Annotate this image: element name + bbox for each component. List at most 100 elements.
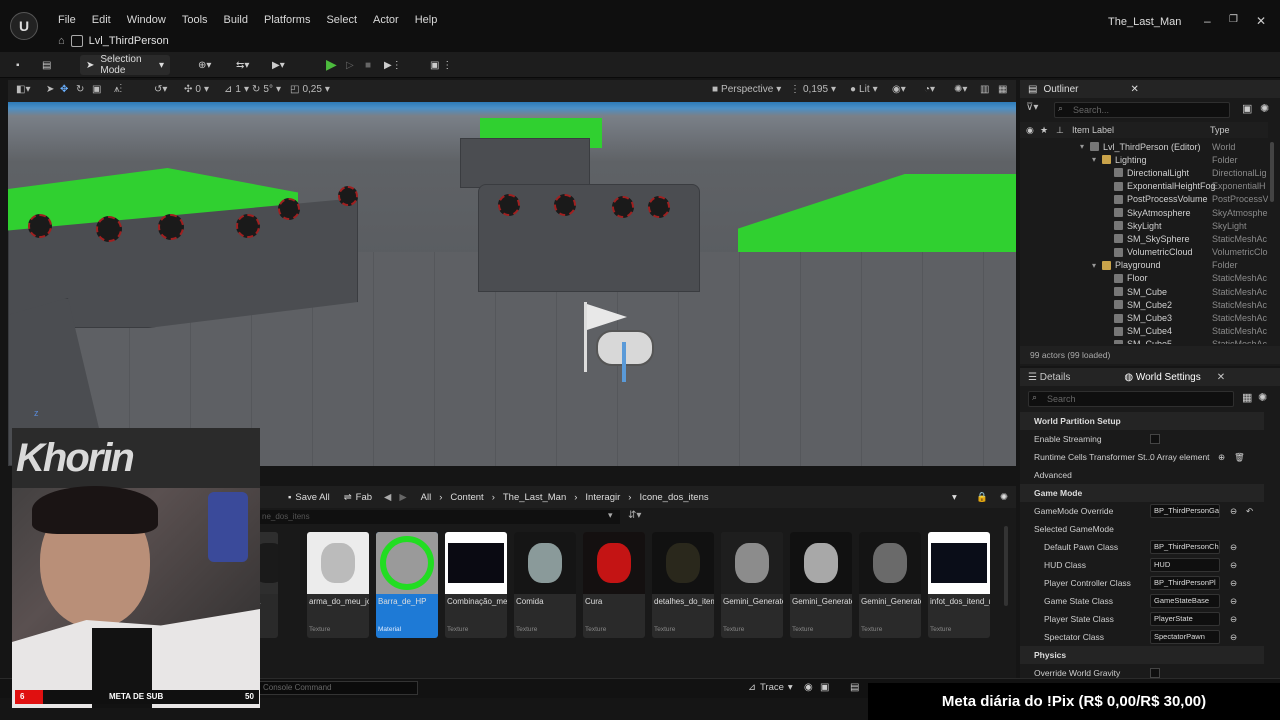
col-type[interactable]: Type: [1210, 125, 1230, 135]
level-viewport[interactable]: z: [8, 102, 1016, 466]
outliner-row[interactable]: PostProcessVolume PostProcessV: [1020, 193, 1268, 206]
move-tool-icon[interactable]: ✥: [60, 84, 68, 95]
add-folder-icon[interactable]: ▣: [1242, 102, 1252, 115]
angle-snap-control[interactable]: ↻ 5° ▾: [252, 84, 281, 95]
asset-tile[interactable]: Gemini_Generated_Image_... Texture: [790, 532, 852, 638]
light-gizmo[interactable]: [28, 214, 52, 238]
hud-class-dropdown[interactable]: HUD: [1150, 558, 1220, 572]
details-search-input[interactable]: Search: [1028, 391, 1234, 407]
outliner-row[interactable]: SM_Cube4 StaticMeshAc: [1020, 325, 1268, 338]
asset-tile[interactable]: Combinação_meu_jogo Texture: [445, 532, 507, 638]
select-tool-icon[interactable]: ➤: [46, 84, 54, 95]
show-flags-icon[interactable]: ◉▾: [892, 84, 906, 95]
viewport-menu-icon[interactable]: ◧▾: [16, 84, 30, 95]
section-game-mode[interactable]: Game Mode: [1020, 484, 1264, 502]
outliner-close-icon[interactable]: ✕: [1130, 84, 1138, 95]
pin-icon[interactable]: ⊥: [1056, 125, 1064, 136]
menu-edit[interactable]: Edit: [84, 14, 119, 26]
row-advanced[interactable]: Advanced: [1020, 466, 1264, 484]
blueprint-icon[interactable]: ⇆▾: [236, 56, 249, 74]
add-element-icon[interactable]: ⊕: [1218, 452, 1225, 463]
browse-icon[interactable]: ⊖: [1230, 506, 1237, 517]
outliner-row[interactable]: SkyAtmosphere SkyAtmosphe: [1020, 206, 1268, 219]
pawn-class-dropdown[interactable]: BP_ThirdPersonCh: [1150, 540, 1220, 554]
outliner-row[interactable]: SM_Cube3 StaticMeshAc: [1020, 311, 1268, 324]
gm-override-dropdown[interactable]: BP_ThirdPersonGa: [1150, 504, 1220, 518]
world-local-icon[interactable]: ↺▾: [154, 84, 167, 95]
ps-class-dropdown[interactable]: PlayerState: [1150, 612, 1220, 626]
step-icon[interactable]: ▷: [346, 56, 354, 74]
outliner-row[interactable]: SM_SkySphere StaticMeshAc: [1020, 232, 1268, 245]
light-gizmo[interactable]: [648, 196, 670, 218]
browse-icon[interactable]: ⊖: [1230, 560, 1237, 571]
browse-icon[interactable]: ▤: [42, 56, 51, 74]
stop-icon[interactable]: ■: [365, 56, 371, 74]
outliner-row[interactable]: Floor StaticMeshAc: [1020, 272, 1268, 285]
asset-tile[interactable]: Barra_de_HP Material: [376, 532, 438, 638]
scale-tool-icon[interactable]: ▣: [92, 84, 101, 95]
record-icon[interactable]: ◉: [804, 682, 813, 693]
menu-actor[interactable]: Actor: [365, 14, 407, 26]
performance-icon[interactable]: ◔▾: [924, 84, 935, 95]
menu-window[interactable]: Window: [119, 14, 174, 26]
console-command-input[interactable]: Console Command: [258, 681, 418, 695]
menu-help[interactable]: Help: [407, 14, 446, 26]
world-settings-close-icon[interactable]: ✕: [1217, 372, 1225, 383]
minimize-icon[interactable]: –: [1204, 14, 1211, 28]
derived-data-icon[interactable]: ▤: [850, 682, 859, 693]
reset-icon[interactable]: ↶: [1246, 506, 1253, 517]
maximize-icon[interactable]: ❐: [1229, 14, 1238, 25]
section-world-partition[interactable]: World Partition Setup: [1020, 412, 1264, 430]
light-gizmo[interactable]: [498, 194, 520, 216]
browse-icon[interactable]: ⊖: [1230, 542, 1237, 553]
cinematics-icon[interactable]: ▶▾: [272, 56, 285, 74]
star-icon[interactable]: ★: [1040, 125, 1048, 136]
section-physics[interactable]: Physics: [1020, 646, 1264, 664]
browse-icon[interactable]: ⊖: [1230, 614, 1237, 625]
menu-select[interactable]: Select: [318, 14, 365, 26]
light-gizmo[interactable]: [158, 214, 184, 240]
rotate-snap-control[interactable]: ⊿ 1 ▾: [224, 84, 249, 95]
outliner-settings-icon[interactable]: ✺: [1260, 102, 1269, 115]
expand-arrow-icon[interactable]: ▾: [1092, 261, 1102, 270]
outliner-row[interactable]: SkyLight SkyLight: [1020, 219, 1268, 232]
trace-button[interactable]: ⊿ Trace ▾: [748, 682, 793, 693]
layout-icon[interactable]: ▦: [998, 84, 1007, 95]
outliner-row[interactable]: SM_Cube2 StaticMeshAc: [1020, 298, 1268, 311]
tab-details[interactable]: ☰ Details: [1028, 372, 1070, 383]
settings-icon[interactable]: ✺▾: [954, 84, 967, 95]
expand-arrow-icon[interactable]: ▾: [1080, 142, 1090, 151]
row-selected-gamemode[interactable]: Selected GameMode: [1020, 520, 1264, 538]
save-icon[interactable]: ▪: [16, 56, 20, 74]
tab-world-settings[interactable]: ◍ World Settings: [1124, 372, 1200, 383]
filter-icon[interactable]: ⊽▾: [1026, 102, 1038, 113]
fov-control[interactable]: ⋮ 0,195 ▾: [790, 84, 836, 95]
menu-file[interactable]: File: [50, 14, 84, 26]
col-item-label[interactable]: Item Label: [1072, 125, 1114, 135]
outliner-row[interactable]: DirectionalLight DirectionalLig: [1020, 166, 1268, 179]
light-gizmo[interactable]: [338, 186, 358, 206]
outliner-scrollbar[interactable]: [1270, 142, 1274, 202]
menu-platforms[interactable]: Platforms: [256, 14, 318, 26]
details-settings-icon[interactable]: ✺: [1258, 391, 1267, 404]
gs-class-dropdown[interactable]: GameStateBase: [1150, 594, 1220, 608]
unreal-logo-icon[interactable]: U: [10, 12, 38, 40]
outliner-row[interactable]: VolumetricCloud VolumetricClo: [1020, 246, 1268, 259]
asset-tile[interactable]: Comida Texture: [514, 532, 576, 638]
asset-tile[interactable]: Cura Texture: [583, 532, 645, 638]
content-scrollbar[interactable]: [1004, 526, 1008, 606]
menu-build[interactable]: Build: [216, 14, 256, 26]
outliner-search-input[interactable]: Search...: [1054, 102, 1230, 118]
surface-snap-icon[interactable]: ⩚⋮: [114, 84, 122, 95]
outliner-row[interactable]: SM_Cube StaticMeshAc: [1020, 285, 1268, 298]
add-actor-icon[interactable]: ⊕▾: [198, 56, 211, 74]
selection-mode-dropdown[interactable]: ➤ Selection Mode ▾: [80, 54, 170, 76]
table-view-icon[interactable]: ▦: [1242, 391, 1252, 404]
content-settings-icon[interactable]: ✺: [1000, 492, 1008, 503]
play-icon[interactable]: ▶: [326, 55, 337, 73]
enable-streaming-checkbox[interactable]: [1150, 434, 1160, 444]
delete-icon[interactable]: 🗑: [1234, 452, 1245, 463]
expand-arrow-icon[interactable]: ▾: [1092, 155, 1102, 164]
level-tab[interactable]: ⌂ Lvl_ThirdPerson: [52, 33, 175, 49]
asset-tile[interactable]: Gemini_Generated_Image_... Texture: [859, 532, 921, 638]
